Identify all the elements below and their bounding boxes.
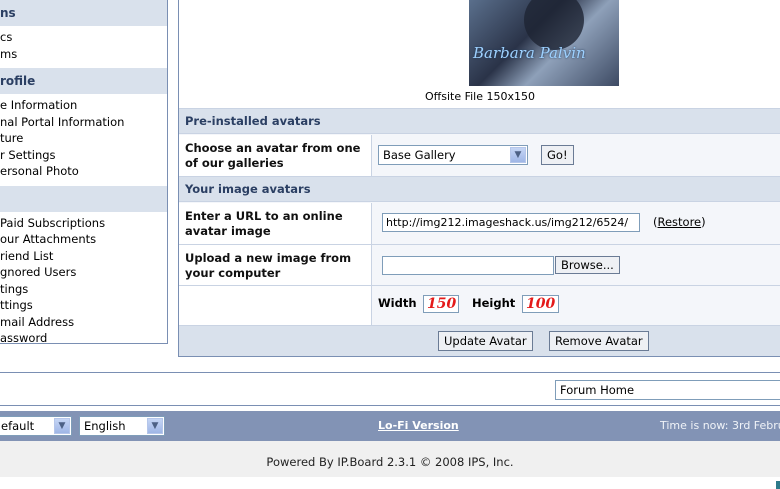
- url-label: Enter a URL to an online avatar image: [179, 203, 372, 244]
- current-time-text: Time is now: 3rd Febru: [660, 419, 780, 432]
- sidebar-list-options-2: Paid Subscriptions our Attachments riend…: [0, 212, 167, 344]
- width-input[interactable]: 150: [423, 295, 459, 313]
- upload-label: Upload a new image from your computer: [179, 245, 372, 285]
- image-avatars-heading: Your image avatars: [179, 177, 780, 202]
- language-select-value: English: [84, 419, 126, 433]
- sidebar-item-password[interactable]: assword: [0, 330, 167, 343]
- chevron-down-icon: ▼: [147, 418, 163, 434]
- forum-jump-bar: Forum Home: [0, 372, 780, 406]
- height-input[interactable]: 100: [522, 295, 559, 313]
- sidebar-item-ignored-users[interactable]: gnored Users: [0, 264, 167, 281]
- sidebar-item-attachments[interactable]: our Attachments: [0, 231, 167, 248]
- sidebar-heading-options: ns: [0, 0, 167, 26]
- sidebar-item-profile-information[interactable]: e Information: [0, 97, 167, 114]
- dimensions-row: Width 150 Height 100: [179, 286, 780, 326]
- restore-link-wrap: (Restore): [653, 215, 706, 229]
- sidebar-item-settings-1[interactable]: tings: [0, 281, 167, 298]
- skin-select[interactable]: efault ▼: [0, 416, 72, 436]
- gallery-row: Choose an avatar from one of our galleri…: [179, 135, 780, 177]
- height-label: Height: [472, 296, 516, 310]
- go-button[interactable]: Go!: [541, 145, 574, 165]
- dimensions-value-cell: Width 150 Height 100: [372, 286, 780, 325]
- forum-jump-value: Forum Home: [560, 383, 635, 397]
- avatar-settings-panel: Barbara Palvin Offsite File 150x150 Pre-…: [178, 0, 780, 357]
- forum-jump-select[interactable]: Forum Home: [555, 380, 780, 400]
- current-avatar-image: Barbara Palvin: [469, 0, 619, 86]
- url-row: Enter a URL to an online avatar image ht…: [179, 203, 780, 245]
- footer-bar: efault ▼ English ▼ Lo-Fi Version Time is…: [0, 411, 780, 441]
- avatar-image-text: Barbara Palvin: [473, 44, 586, 62]
- width-label: Width: [378, 296, 417, 310]
- update-avatar-button[interactable]: Update Avatar: [438, 331, 533, 351]
- language-select[interactable]: English ▼: [79, 416, 165, 436]
- remove-avatar-button[interactable]: Remove Avatar: [549, 331, 649, 351]
- gallery-label: Choose an avatar from one of our galleri…: [179, 135, 372, 176]
- browse-button[interactable]: Browse...: [555, 256, 620, 274]
- lofi-version-link[interactable]: Lo-Fi Version: [378, 419, 459, 432]
- url-value-cell: http://img212.imageshack.us/img212/6524/…: [372, 203, 780, 244]
- sidebar-item-personal-photo[interactable]: ersonal Photo: [0, 163, 167, 180]
- upload-row: Upload a new image from your computer Br…: [179, 245, 780, 286]
- sidebar-item-topics[interactable]: cs: [0, 29, 167, 46]
- avatar-caption: Offsite File 150x150: [424, 90, 535, 103]
- sidebar: ns cs ms rofile e Information nal Portal…: [0, 0, 168, 344]
- sidebar-item-friend-list[interactable]: riend List: [0, 248, 167, 265]
- sidebar-item-email-address[interactable]: mail Address: [0, 314, 167, 331]
- chevron-down-icon: ▼: [510, 147, 526, 163]
- avatar-preview-area: Barbara Palvin Offsite File 150x150: [179, 0, 780, 109]
- upload-value-cell: Browse...: [372, 245, 780, 285]
- dimensions-label-cell: [179, 286, 372, 325]
- sidebar-heading-options-2: [0, 185, 167, 212]
- upload-file-input[interactable]: [382, 256, 554, 275]
- gallery-value-cell: Base Gallery ▼ Go!: [372, 135, 780, 176]
- sidebar-item-signature[interactable]: ture: [0, 130, 167, 147]
- sidebar-item-portal-information[interactable]: nal Portal Information: [0, 114, 167, 131]
- restore-link[interactable]: Restore: [658, 215, 702, 229]
- sidebar-item-forums[interactable]: ms: [0, 46, 167, 63]
- preinstalled-avatars-heading: Pre-installed avatars: [179, 109, 780, 134]
- sidebar-item-settings-2[interactable]: ttings: [0, 297, 167, 314]
- avatar-actions-bar: Update Avatar Remove Avatar: [179, 326, 780, 356]
- corner-decoration: [776, 481, 780, 489]
- avatar-figure: [524, 0, 584, 50]
- gallery-select[interactable]: Base Gallery ▼: [378, 145, 528, 165]
- skin-select-value: efault: [1, 419, 35, 433]
- sidebar-heading-profile: rofile: [0, 68, 167, 94]
- gallery-select-value: Base Gallery: [383, 148, 456, 162]
- sidebar-list-profile: e Information nal Portal Information tur…: [0, 94, 167, 186]
- sidebar-item-avatar-settings[interactable]: r Settings: [0, 147, 167, 164]
- sidebar-item-paid-subscriptions[interactable]: Paid Subscriptions: [0, 215, 167, 232]
- avatar-url-input[interactable]: http://img212.imageshack.us/img212/6524/: [382, 213, 640, 232]
- sidebar-list-options: cs ms: [0, 26, 167, 68]
- powered-by-text: Powered By IP.Board 2.3.1 © 2008 IPS, In…: [0, 441, 780, 477]
- chevron-down-icon: ▼: [54, 418, 70, 434]
